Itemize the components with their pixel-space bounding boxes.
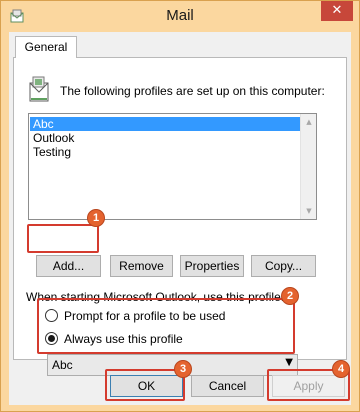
profile-list-item[interactable]: Testing (30, 145, 302, 159)
step-badge: 2 (281, 287, 299, 305)
close-button[interactable]: ✕ (321, 1, 353, 21)
chevron-down-icon[interactable]: ▼ (285, 357, 293, 368)
step-2-highlight (37, 298, 295, 354)
scroll-down-icon[interactable]: ▼ (301, 203, 317, 219)
mail-dialog-window: Mail ✕ General The following profiles ar… (0, 0, 360, 412)
properties-button[interactable]: Properties (180, 255, 244, 277)
step-1-highlight (27, 224, 99, 253)
profile-list-item[interactable]: Outlook (30, 131, 302, 145)
step-3-highlight (105, 369, 185, 401)
copy-profile-button[interactable]: Copy... (251, 255, 316, 277)
step-badge: 1 (87, 209, 105, 227)
title-bar: Mail ✕ (1, 1, 359, 31)
cancel-button[interactable]: Cancel (191, 375, 264, 397)
scroll-up-icon[interactable]: ▲ (301, 114, 317, 130)
step-badge: 4 (332, 360, 350, 378)
tab-general[interactable]: General (15, 36, 77, 58)
profile-select-value: Abc (52, 358, 73, 372)
step-badge: 3 (174, 360, 192, 378)
profiles-heading: The following profiles are set up on thi… (60, 84, 325, 98)
mail-profiles-icon (29, 76, 49, 102)
add-profile-button[interactable]: Add... (36, 255, 101, 277)
window-title: Mail (166, 7, 194, 24)
list-scrollbar[interactable]: ▲ ▼ (300, 114, 316, 219)
remove-profile-button[interactable]: Remove (110, 255, 173, 277)
profile-list-item[interactable]: Abc (30, 117, 302, 131)
profiles-list[interactable]: Abc Outlook Testing ▲ ▼ (28, 113, 317, 220)
